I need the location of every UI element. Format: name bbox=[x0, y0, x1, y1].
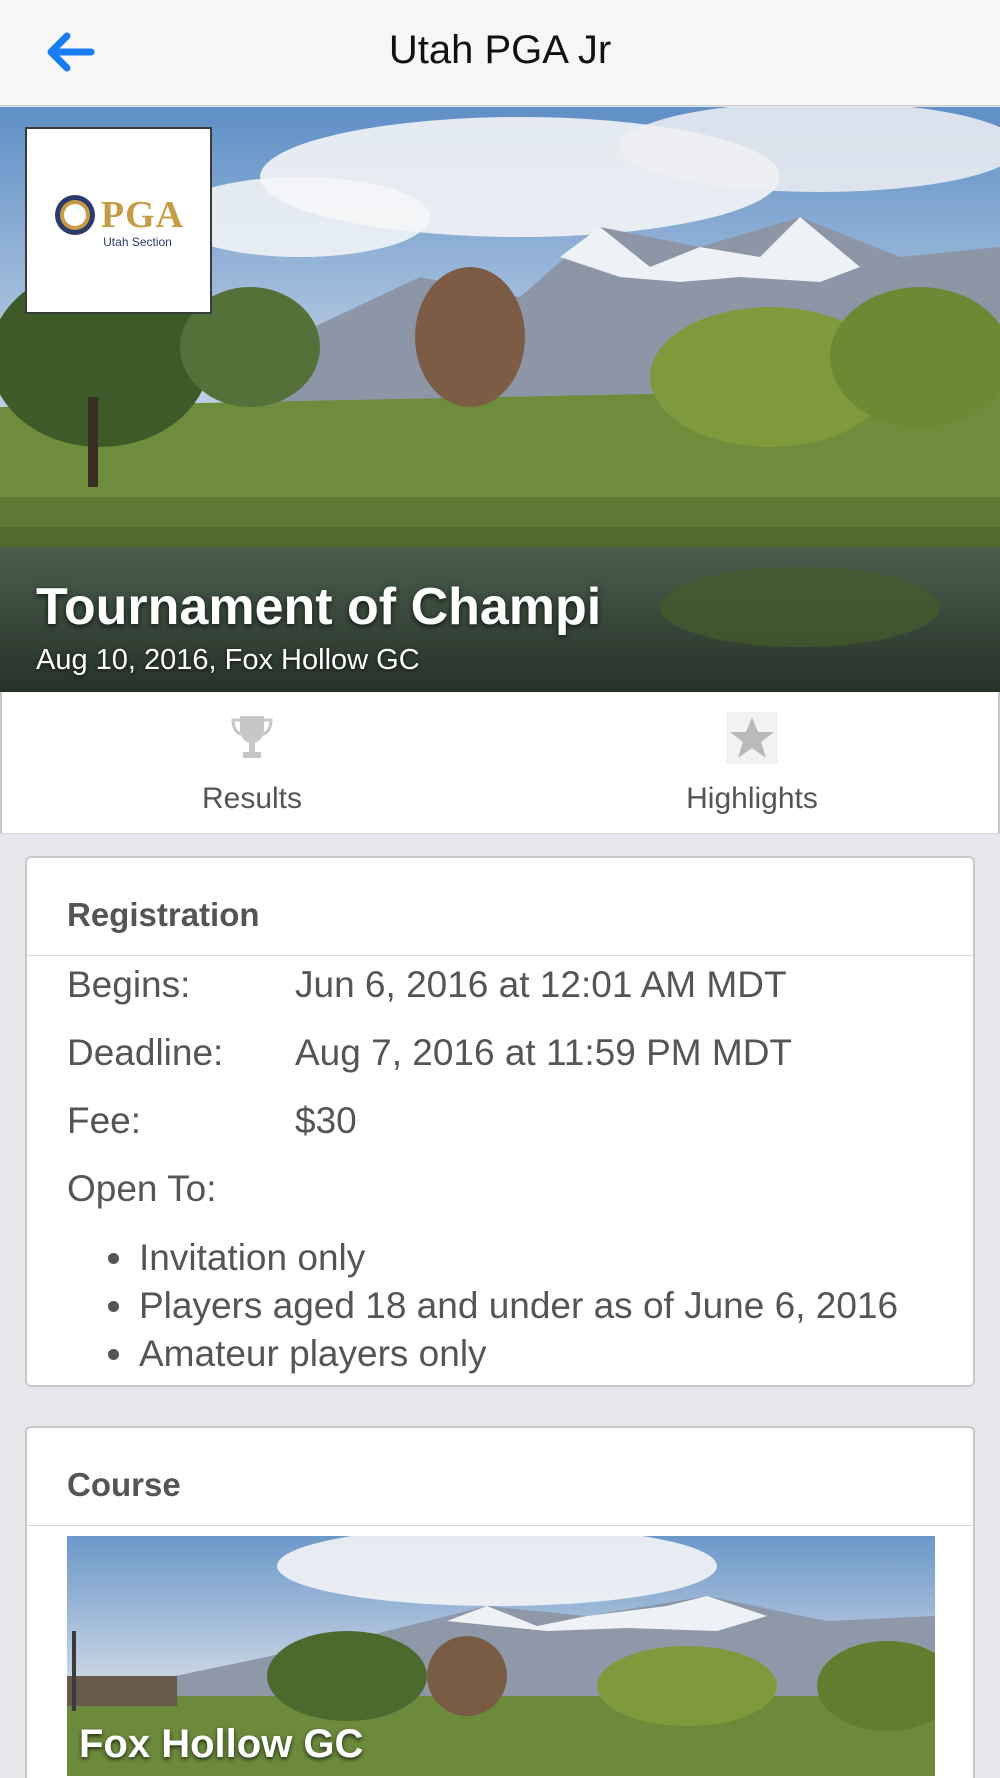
trophy-icon bbox=[231, 716, 273, 758]
tab-highlights-label: Highlights bbox=[686, 782, 818, 815]
logo-subtitle: Utah Section bbox=[103, 234, 172, 249]
tab-highlights[interactable]: Highlights bbox=[502, 692, 1000, 834]
open-to-label: Open To: bbox=[67, 1168, 217, 1209]
page-title: Utah PGA Jr bbox=[388, 28, 612, 72]
tournament-hero: PGA Utah Section Tournament of Champi Au… bbox=[0, 107, 1000, 692]
fee-value: $30 bbox=[295, 1100, 357, 1141]
deadline-value: Aug 7, 2016 at 11:59 PM MDT bbox=[295, 1032, 793, 1073]
fee-label: Fee: bbox=[67, 1100, 142, 1141]
course-heading: Course bbox=[27, 1428, 973, 1526]
registration-card: Registration Begins: Jun 6, 2016 at 12:0… bbox=[25, 856, 975, 1387]
logo-text: PGA bbox=[100, 193, 185, 236]
course-card: Course Fox Hollow GC bbox=[25, 1426, 975, 1778]
registration-fee-row: Fee: $30 bbox=[27, 1092, 973, 1160]
registration-open-to-row: Open To: bbox=[27, 1160, 973, 1228]
begins-label: Begins: bbox=[67, 964, 191, 1005]
registration-begins-row: Begins: Jun 6, 2016 at 12:01 AM MDT bbox=[27, 956, 973, 1024]
registration-deadline-row: Deadline: Aug 7, 2016 at 11:59 PM MDT bbox=[27, 1024, 973, 1092]
list-item: Amateur players only bbox=[137, 1330, 973, 1378]
course-image[interactable]: Fox Hollow GC bbox=[67, 1536, 935, 1776]
list-item: Players aged 18 and under as of June 6, … bbox=[137, 1282, 973, 1330]
eligibility-list: Invitation only Players aged 18 and unde… bbox=[27, 1234, 973, 1378]
tab-results-label: Results bbox=[201, 782, 303, 815]
tournament-title: Tournament of Champi bbox=[36, 578, 602, 636]
nav-bar: Utah PGA Jr bbox=[0, 0, 1000, 106]
course-name: Fox Hollow GC bbox=[79, 1722, 364, 1766]
pga-emblem-icon bbox=[54, 194, 95, 235]
tab-results[interactable]: Results bbox=[2, 692, 502, 834]
tab-bar: Results Highlights bbox=[0, 692, 1000, 834]
deadline-label: Deadline: bbox=[67, 1032, 224, 1073]
pga-logo: PGA Utah Section bbox=[25, 127, 212, 314]
star-icon bbox=[726, 712, 778, 764]
registration-heading: Registration bbox=[27, 858, 973, 956]
list-item: Invitation only bbox=[137, 1234, 973, 1282]
begins-value: Jun 6, 2016 at 12:01 AM MDT bbox=[295, 964, 787, 1005]
tournament-date-venue: Aug 10, 2016, Fox Hollow GC bbox=[36, 644, 420, 676]
